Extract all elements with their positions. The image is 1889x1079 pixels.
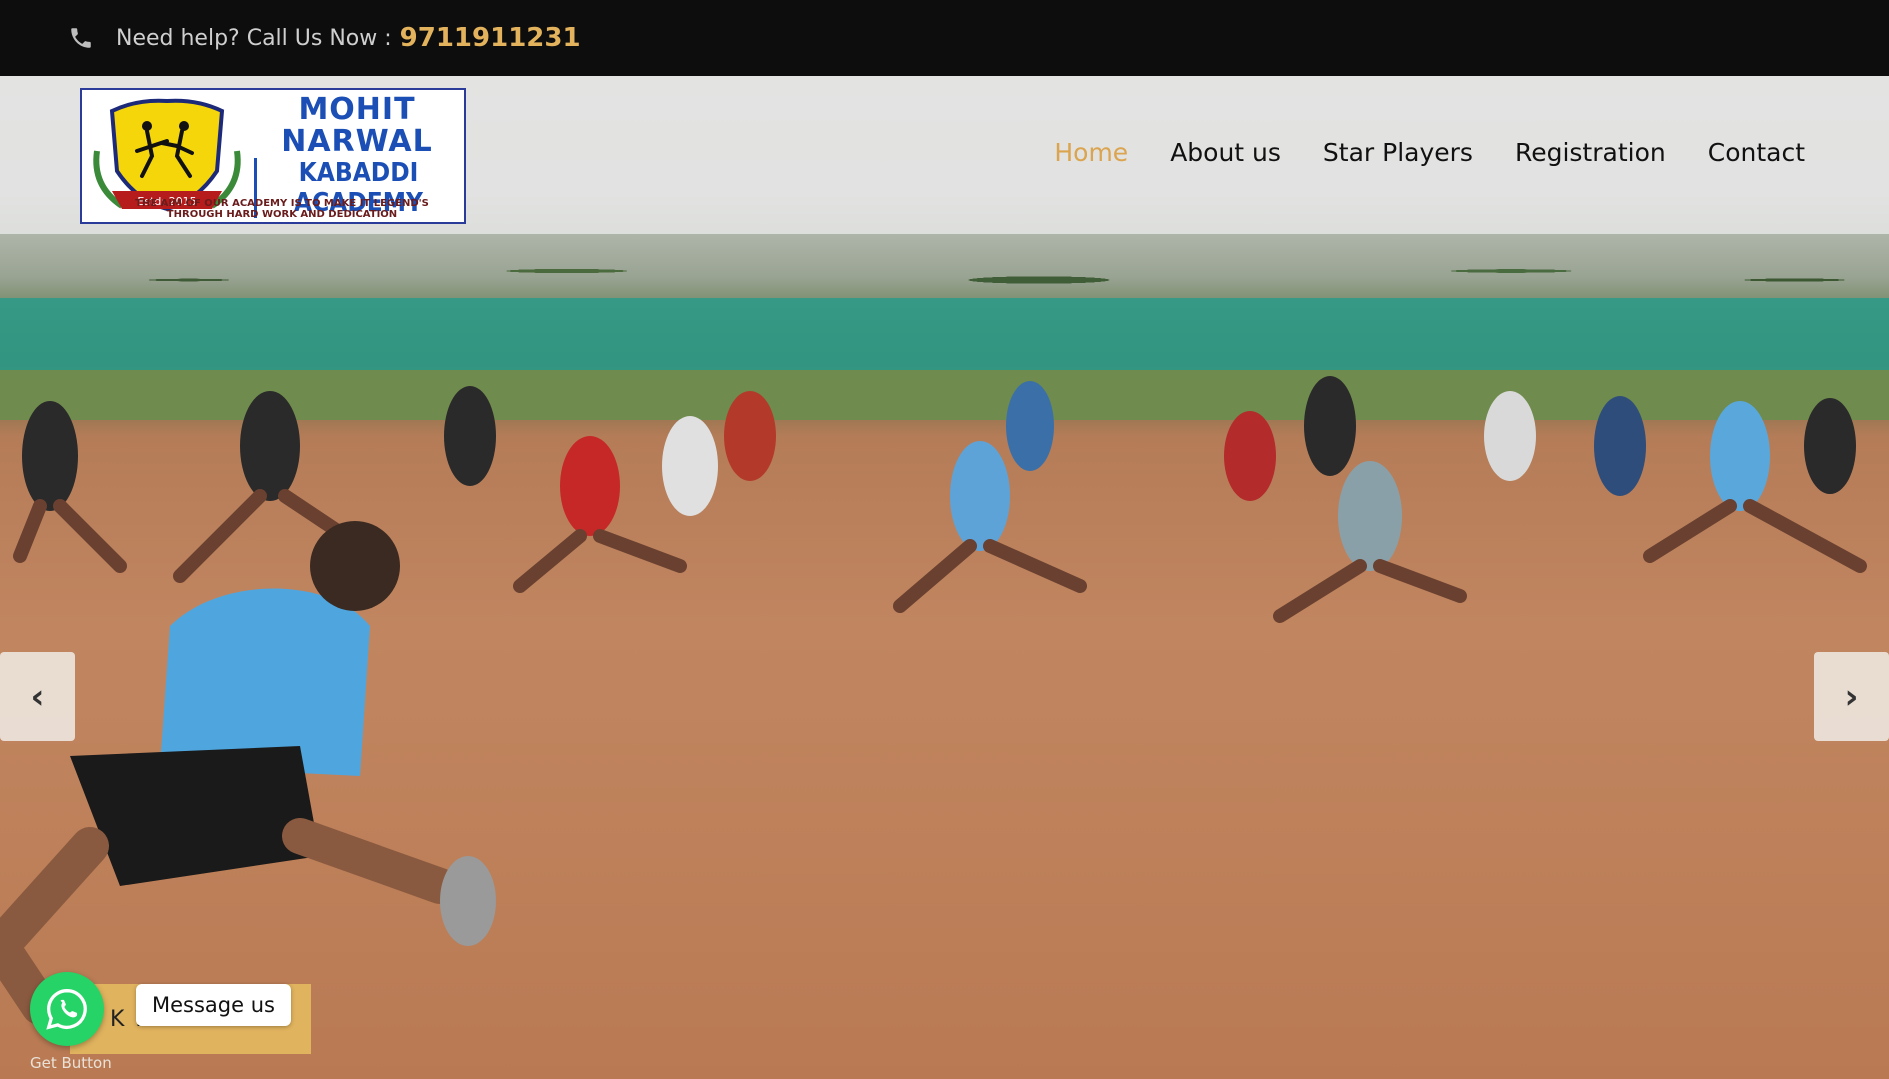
logo-line-1: MOHIT [298,92,416,127]
logo-line-2: NARWAL [281,124,433,159]
nav-about-us[interactable]: About us [1170,138,1281,167]
slider-prev-button[interactable]: ‹ [0,652,75,741]
phone-number[interactable]: 9711911231 [400,23,581,53]
phone-icon [71,28,91,48]
whatsapp-tooltip[interactable]: Message us [136,984,291,1026]
nav-registration[interactable]: Registration [1515,138,1666,167]
main-header: Estd: 2015 MOHIT NARWAL KABADDI ACADEMY … [0,76,1889,234]
help-text: Need help? Call Us Now : [116,25,392,51]
nav-contact[interactable]: Contact [1708,138,1805,167]
top-bar: Need help? Call Us Now : 9711911231 [0,0,1889,76]
chevron-right-icon: › [1844,676,1859,717]
slider-next-button[interactable]: › [1814,652,1889,741]
logo-tagline: THE AIM OF OUR ACADEMY IS TO MAKE IT LEG… [135,198,429,220]
athletes-stretching-illustration [0,376,1867,1025]
nav-star-players[interactable]: Star Players [1323,138,1473,167]
whatsapp-icon [46,989,87,1030]
main-navigation: Home About us Star Players Registration … [1054,138,1805,167]
get-button-credit[interactable]: Get Button [30,1054,112,1072]
chevron-left-icon: ‹ [30,676,45,717]
nav-home[interactable]: Home [1054,138,1128,167]
academy-logo[interactable]: Estd: 2015 MOHIT NARWAL KABADDI ACADEMY … [80,88,466,224]
whatsapp-button[interactable] [30,972,104,1046]
